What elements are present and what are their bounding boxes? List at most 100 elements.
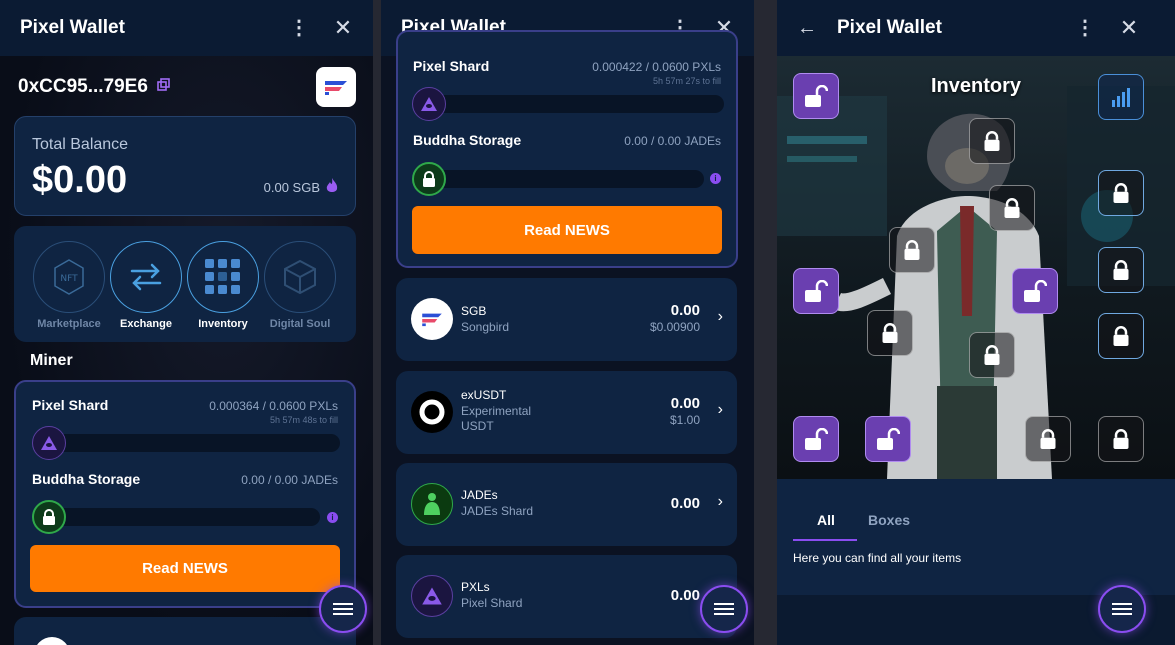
songbird-logo-icon xyxy=(411,298,453,340)
miner-card: Pixel Shard 0.000422 / 0.0600 PXLs 5h 57… xyxy=(396,30,738,268)
close-icon[interactable]: ✕ xyxy=(333,15,353,41)
asset-name: Songbird xyxy=(461,320,510,334)
tab-boxes[interactable]: Boxes xyxy=(868,512,910,528)
songbird-logo-icon[interactable] xyxy=(316,67,356,107)
stats-button[interactable] xyxy=(1098,74,1144,120)
inventory-slot-unlocked[interactable] xyxy=(793,73,839,119)
inventory-slot-unlocked[interactable] xyxy=(865,416,911,462)
menu-fab[interactable] xyxy=(700,585,748,633)
close-icon[interactable]: ✕ xyxy=(1119,15,1139,41)
pixel-shard-icon xyxy=(411,575,453,617)
inventory-slot-locked[interactable] xyxy=(989,185,1035,231)
pixel-shard-amount: 0.000364 / 0.0600 PXLs xyxy=(209,399,338,413)
asset-amount: 0.00 xyxy=(670,587,700,604)
inventory-slot-locked[interactable] xyxy=(969,118,1015,164)
menu-fab[interactable] xyxy=(319,585,367,633)
copy-icon[interactable] xyxy=(157,78,171,97)
asset-name-line1: Experimental xyxy=(461,404,532,418)
hamburger-icon xyxy=(714,600,734,618)
asset-row-jades[interactable]: JADEs JADEs Shard 0.00 › xyxy=(396,463,737,546)
tab-all[interactable]: All xyxy=(817,512,835,528)
digital-soul-label: Digital Soul xyxy=(269,318,331,330)
hamburger-icon xyxy=(333,600,353,618)
asset-usd: $0.00900 xyxy=(649,320,700,334)
asset-row-sgb[interactable]: SGB Songbird 0.00 $0.00900 › xyxy=(396,278,737,361)
asset-row-pxls[interactable]: PXLs Pixel Shard 0.00 xyxy=(396,555,737,638)
miner-card: Pixel Shard 0.000364 / 0.0600 PXLs 5h 57… xyxy=(14,380,356,608)
inventory-slot-locked[interactable] xyxy=(1098,170,1144,216)
inventory-slot-locked[interactable] xyxy=(1098,416,1144,462)
lock-icon xyxy=(1113,183,1129,203)
inventory-tile[interactable] xyxy=(187,241,259,313)
inventory-slot-locked[interactable] xyxy=(867,310,913,356)
unlock-icon xyxy=(1024,280,1047,302)
lock-icon xyxy=(984,345,1000,365)
more-menu-icon[interactable]: ⋮ xyxy=(289,18,309,38)
marketplace-tile[interactable]: NFT xyxy=(33,241,105,313)
lock-icon xyxy=(904,240,920,260)
inventory-slot-unlocked[interactable] xyxy=(793,268,839,314)
pixel-shard-name: Pixel Shard xyxy=(413,58,490,74)
inventory-slot-locked[interactable] xyxy=(889,227,935,273)
buddha-storage-name: Buddha Storage xyxy=(32,471,141,487)
lock-icon xyxy=(1040,429,1056,449)
flame-icon xyxy=(326,178,338,199)
total-balance-value: $0.00 xyxy=(32,159,128,201)
hamburger-icon xyxy=(1112,600,1132,618)
unlock-icon xyxy=(805,85,828,107)
marketplace-label: Marketplace xyxy=(37,318,101,330)
wallet-home-panel: Pixel Wallet ⋮ ✕ 0xCC95...79E6 Total Bal… xyxy=(0,0,373,645)
app-title: Pixel Wallet xyxy=(20,17,125,38)
lock-icon xyxy=(1113,260,1129,280)
buddha-storage-amount: 0.00 / 0.00 JADEs xyxy=(241,473,338,487)
menu-fab[interactable] xyxy=(1098,585,1146,633)
info-icon[interactable]: i xyxy=(327,512,338,523)
asset-row-exusdt[interactable]: exUSDT Experimental USDT 0.00 $1.00 › xyxy=(396,371,737,454)
top-bar: ← Pixel Wallet ⋮ ✕ xyxy=(777,0,1175,56)
inventory-slot-unlocked[interactable] xyxy=(793,416,839,462)
top-bar: Pixel Wallet ⋮ ✕ xyxy=(0,0,373,56)
lock-icon xyxy=(412,162,446,196)
exusdt-logo-icon xyxy=(411,391,453,433)
more-menu-icon[interactable]: ⋮ xyxy=(1075,18,1095,38)
inventory-slot-locked[interactable] xyxy=(1025,416,1071,462)
nav-tiles-card: NFT Marketplace Exchange Inventory Digit… xyxy=(14,226,356,342)
asset-name-line2: USDT xyxy=(461,419,494,433)
pixel-shard-icon xyxy=(412,87,446,121)
pixel-shard-time: 5h 57m 27s to fill xyxy=(652,76,721,86)
lock-icon xyxy=(1113,429,1129,449)
buddha-storage-amount: 0.00 / 0.00 JADEs xyxy=(624,134,721,148)
pixel-shard-icon xyxy=(32,426,66,460)
info-icon[interactable]: i xyxy=(710,173,721,184)
inventory-slot-locked[interactable] xyxy=(969,332,1015,378)
asset-symbol: SGB xyxy=(461,304,487,318)
app-title: Pixel Wallet xyxy=(837,17,942,38)
wallet-address: 0xCC95...79E6 xyxy=(18,76,148,97)
asset-row-partial[interactable] xyxy=(14,617,356,645)
chevron-right-icon: › xyxy=(717,308,723,325)
panel-separator xyxy=(754,0,777,645)
inventory-label: Inventory xyxy=(198,318,248,330)
exchange-label: Exchange xyxy=(120,318,172,330)
exchange-tile[interactable] xyxy=(110,241,182,313)
inventory-slot-locked[interactable] xyxy=(1098,313,1144,359)
asset-symbol: JADEs xyxy=(461,488,498,502)
exchange-arrows-icon xyxy=(130,263,162,291)
asset-name: JADEs Shard xyxy=(461,504,534,518)
buddha-icon xyxy=(411,483,453,525)
inventory-slot-unlocked[interactable] xyxy=(1012,268,1058,314)
asset-logo-icon xyxy=(34,637,70,645)
lock-icon xyxy=(882,323,898,343)
chevron-right-icon: › xyxy=(717,401,723,418)
total-balance-label: Total Balance xyxy=(32,136,129,153)
lock-icon xyxy=(984,131,1000,151)
back-arrow-icon[interactable]: ← xyxy=(797,17,817,40)
read-news-button[interactable]: Read NEWS xyxy=(30,545,340,592)
digital-soul-tile[interactable] xyxy=(264,241,336,313)
chevron-right-icon: › xyxy=(717,493,723,510)
read-news-button[interactable]: Read NEWS xyxy=(412,206,722,254)
inventory-slot-locked[interactable] xyxy=(1098,247,1144,293)
inventory-tabs-section: All Boxes Here you can find all your ite… xyxy=(777,479,1175,595)
unlock-icon xyxy=(877,428,900,450)
buddha-storage-progress xyxy=(50,508,320,526)
